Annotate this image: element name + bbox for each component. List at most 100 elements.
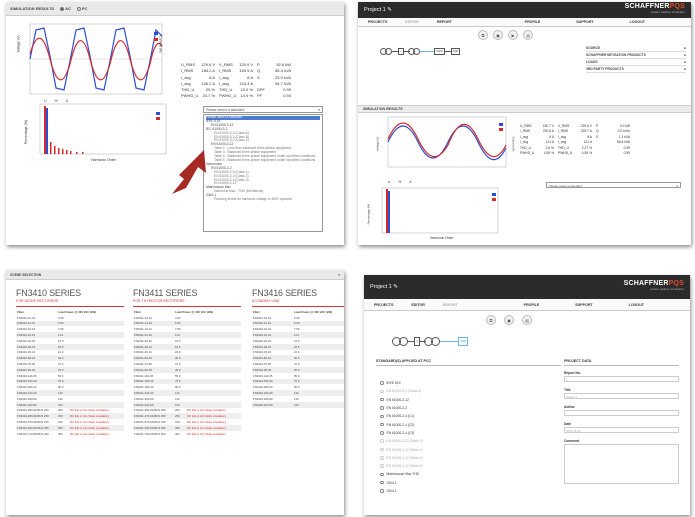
schaffner-logo: SCHAFFNERPQS power quality simulator (624, 3, 685, 14)
field-input[interactable]: 2015-05-19 (564, 427, 679, 433)
table-row[interactable]: FN3411-750-99-BUS 400 400 DC link or AC ch… (133, 431, 241, 437)
radio-button[interactable] (380, 397, 384, 402)
standard-option[interactable]: EN 61000-3-12 (Table 4) (380, 454, 560, 462)
standard-option[interactable]: EN 61000-3-12 (Table 2) (380, 437, 560, 445)
chevron-right-icon: ▸ (684, 46, 686, 50)
nav-logout-2[interactable]: LOGOUT (629, 303, 644, 307)
nav-report[interactable]: REPORT (437, 20, 452, 24)
standard-label: G5/4-1 (386, 480, 397, 485)
standard-option[interactable]: EN 61000-3-12 (Table 5) (380, 462, 560, 470)
standards-list: IEEE 519 EN 61000-3-2 (Class A) EN 61000-3… (380, 379, 560, 495)
standard-option[interactable]: G5/4-1 (380, 487, 560, 495)
tab-u[interactable]: U (44, 99, 47, 103)
filter-name: FN3411-60-34 (134, 356, 152, 361)
standard-select[interactable]: Please select a standard ▾ (203, 106, 323, 113)
filter-name: FN3416-16-44 (253, 327, 272, 332)
field-input[interactable] (564, 444, 679, 484)
accordion-item[interactable]: 3RD PARTY PRODUCTS ▸ (586, 66, 686, 73)
pqd-box-2[interactable]: PQD (458, 337, 469, 346)
edit-pencil-icon[interactable]: ✎ (387, 7, 392, 13)
nav-profile[interactable]: PROFILE (525, 20, 541, 24)
nav-support[interactable]: SUPPORT (576, 20, 593, 24)
document-icon[interactable]: ▤ (522, 315, 532, 325)
radio-pc[interactable]: PC (76, 6, 87, 11)
filter-name: FN3410-320-99 (17, 402, 37, 407)
radio-button[interactable] (380, 456, 384, 460)
save-icon[interactable]: ▣ (504, 315, 514, 325)
radio-button[interactable] (380, 447, 384, 452)
filter-name: FN3411-110-35 (134, 373, 154, 378)
document-icon[interactable]: ▤ (523, 30, 533, 40)
note: DC link or AC choke mandatory (70, 408, 110, 413)
standard-dropdown-list[interactable]: Please select a standard IEEE 519 EN 61000… (203, 114, 323, 232)
standard-option[interactable]: EN 61000-2-4 (C1) (380, 412, 560, 420)
save-icon[interactable]: ▣ (493, 30, 503, 40)
field-input[interactable]: Project 1 (564, 393, 679, 399)
nav-editor-2[interactable]: EDITOR (411, 303, 425, 307)
table-row[interactable]: FN3416-320-99 160 (252, 401, 344, 408)
radio-button[interactable] (380, 406, 384, 410)
pqw-box[interactable]: PQW (434, 48, 445, 55)
copy-icon[interactable]: ⧉ (486, 315, 496, 325)
nav-editor[interactable]: EDITOR (405, 20, 419, 24)
metric-label: PF (257, 93, 263, 99)
nav-support-2[interactable]: SUPPORT (575, 303, 592, 307)
radio-button[interactable] (380, 480, 384, 485)
standard-option[interactable]: EN 61000-3-12 (Table 3) (380, 445, 560, 453)
radio-button[interactable] (380, 389, 384, 394)
close-icon[interactable]: × (338, 273, 340, 277)
radio-button[interactable] (380, 422, 384, 427)
standard-option[interactable]: IEEE 519 (380, 379, 560, 387)
filter-name: FN3410-38-33 (17, 344, 36, 349)
copy-icon[interactable]: ⧉ (478, 30, 488, 40)
standard-option[interactable]: G5/4-1 (380, 479, 560, 487)
standard-select-2[interactable]: Please select a standard ▾ (546, 182, 681, 188)
metric-cell: 0.99 (596, 151, 634, 156)
radio-button[interactable] (380, 414, 384, 419)
filter-name: FN3410-260-99 (17, 396, 37, 401)
series-title: FN3410 SERIES (16, 288, 81, 298)
edit-pencil-icon[interactable]: ✎ (393, 284, 398, 290)
filter-name: FN3411-90-35 (134, 367, 152, 372)
accordion-item[interactable]: LOADS ▸ (586, 59, 686, 66)
radio-ac[interactable]: AC (60, 6, 71, 11)
play-icon[interactable]: ▶ (508, 30, 518, 40)
standard-option[interactable]: EN 61000-3-12 (380, 396, 560, 404)
accordion-item[interactable]: SCHAFFNER MITIGATION PRODUCTS ▸ (586, 52, 686, 59)
standard-option[interactable]: Matrixoscan Max THD (380, 470, 560, 478)
tab-u-2[interactable]: U (388, 180, 390, 184)
radio-button[interactable] (380, 381, 384, 385)
tab-a-2[interactable]: A (409, 180, 411, 184)
radio-button[interactable] (380, 439, 384, 443)
dropdown-option[interactable]: Planning levels for harmonic voltage in … (206, 197, 320, 202)
nav-logout[interactable]: LOGOUT (630, 20, 645, 24)
load-power: 160 (294, 402, 299, 407)
nav-profile-2[interactable]: PROFILE (524, 303, 540, 307)
tab-percent[interactable]: % (55, 99, 58, 103)
nav-projects-2[interactable]: PROJECTS (374, 303, 393, 307)
radio-button[interactable] (380, 464, 384, 468)
tab-percent-2[interactable]: % (398, 180, 401, 184)
standard-option[interactable]: EN 61000-2-4 (C2) (380, 420, 560, 428)
filter-name: FN3411-260-99 (134, 396, 154, 401)
filter-name: FN3410-150-40 (17, 379, 37, 384)
standard-option[interactable]: EN 61000-3-2 (Class A) (380, 387, 560, 395)
field-input[interactable]: 1 (564, 376, 679, 382)
tab-a[interactable]: A (66, 99, 68, 103)
nav-report-2[interactable]: REPORT (443, 303, 458, 307)
filter-name: FN3411-320-99 (134, 402, 154, 407)
field-input[interactable] (564, 410, 679, 416)
standard-option[interactable]: EN 61000-2-4 (C3) (380, 429, 560, 437)
nav-projects[interactable]: PROJECTS (368, 20, 387, 24)
accordion-item[interactable]: SOURCE ▸ (586, 45, 686, 52)
radio-button[interactable] (380, 431, 384, 435)
radio-button[interactable] (380, 472, 384, 477)
standard-label: Matrixoscan Max THD (386, 472, 420, 477)
dropdown-option[interactable]: Table 5 - Balanced three-phase equipment… (206, 158, 320, 163)
filter-name: FN3410-690-99-BUS 355 (17, 425, 49, 430)
radio-button[interactable] (380, 489, 384, 493)
pqd-box[interactable]: PQD (450, 48, 461, 55)
table-row[interactable]: FN3410-710-99-BUS 400 400 DC link or AC ch… (16, 431, 124, 437)
filter-name: FN3411-24-33 (134, 333, 152, 338)
standard-option[interactable]: EN 61000-2-2 (380, 404, 560, 412)
